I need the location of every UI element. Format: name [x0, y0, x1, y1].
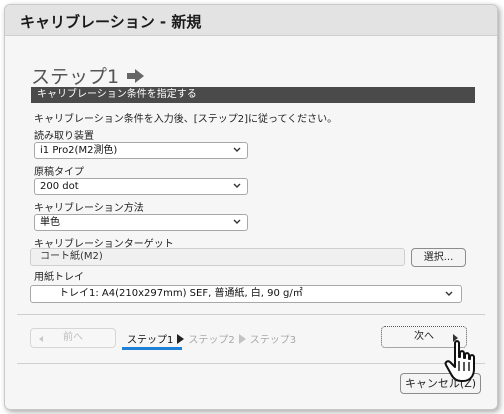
next-button-label: 次へ [414, 331, 434, 342]
prev-button[interactable]: 前へ [30, 328, 116, 348]
step-2-label: ステップ2 [188, 335, 235, 346]
section-header: キャリブレーション条件を指定する [31, 87, 475, 103]
dialog-title: キャリブレーション - 新規 [20, 13, 202, 31]
step-heading-text: ステップ1 [31, 66, 120, 88]
step-heading: ステップ1 [31, 62, 145, 89]
tray-label: 用紙トレイ [34, 272, 84, 283]
step-1-label: ステップ1 [127, 335, 174, 346]
doc-type-select-value: 200 dot [40, 181, 79, 192]
hand-pointer-icon [444, 340, 475, 382]
reader-label: 読み取り装置 [34, 131, 94, 142]
step-indicator: ステップ1 ステップ2 ステップ3 [127, 331, 296, 346]
right-arrow-icon [127, 68, 145, 83]
current-step-indicator [122, 347, 182, 350]
method-label: キャリブレーション方法 [34, 203, 144, 214]
doc-type-select[interactable]: 200 dot [34, 178, 248, 195]
method-select-value: 単色 [40, 217, 60, 228]
title-bar: キャリブレーション - 新規 [5, 5, 497, 36]
doc-type-label: 原稿タイプ [34, 167, 84, 178]
divider [17, 314, 485, 315]
chevron-down-icon [233, 147, 241, 152]
step-arrow-icon [177, 333, 185, 344]
divider [17, 363, 485, 364]
calibration-dialog: キャリブレーション - 新規 ステップ1 キャリブレーション条件を指定する キャ… [4, 4, 498, 410]
chevron-down-icon [233, 219, 241, 224]
tray-select-value: トレイ1: A4(210x297mm) SEF, 普通紙, 白, 90 g/㎡ [59, 288, 303, 299]
prev-button-label: 前へ [63, 332, 83, 343]
target-field: コート紙(M2) [30, 248, 405, 266]
method-select[interactable]: 単色 [34, 214, 248, 231]
select-target-button[interactable]: 選択... [411, 248, 466, 267]
step-3-label: ステップ3 [249, 335, 297, 346]
reader-select[interactable]: i1 Pro2(M2測色) [34, 142, 248, 159]
chevron-left-icon [39, 336, 43, 342]
instruction-text: キャリブレーション条件を入力後、[ステップ2]に従ってください。 [34, 114, 338, 125]
chevron-down-icon [233, 183, 241, 188]
step-arrow-icon [238, 333, 246, 344]
chevron-down-icon [445, 291, 453, 296]
tray-select[interactable]: トレイ1: A4(210x297mm) SEF, 普通紙, 白, 90 g/㎡ [30, 285, 462, 303]
reader-select-value: i1 Pro2(M2測色) [40, 145, 118, 156]
